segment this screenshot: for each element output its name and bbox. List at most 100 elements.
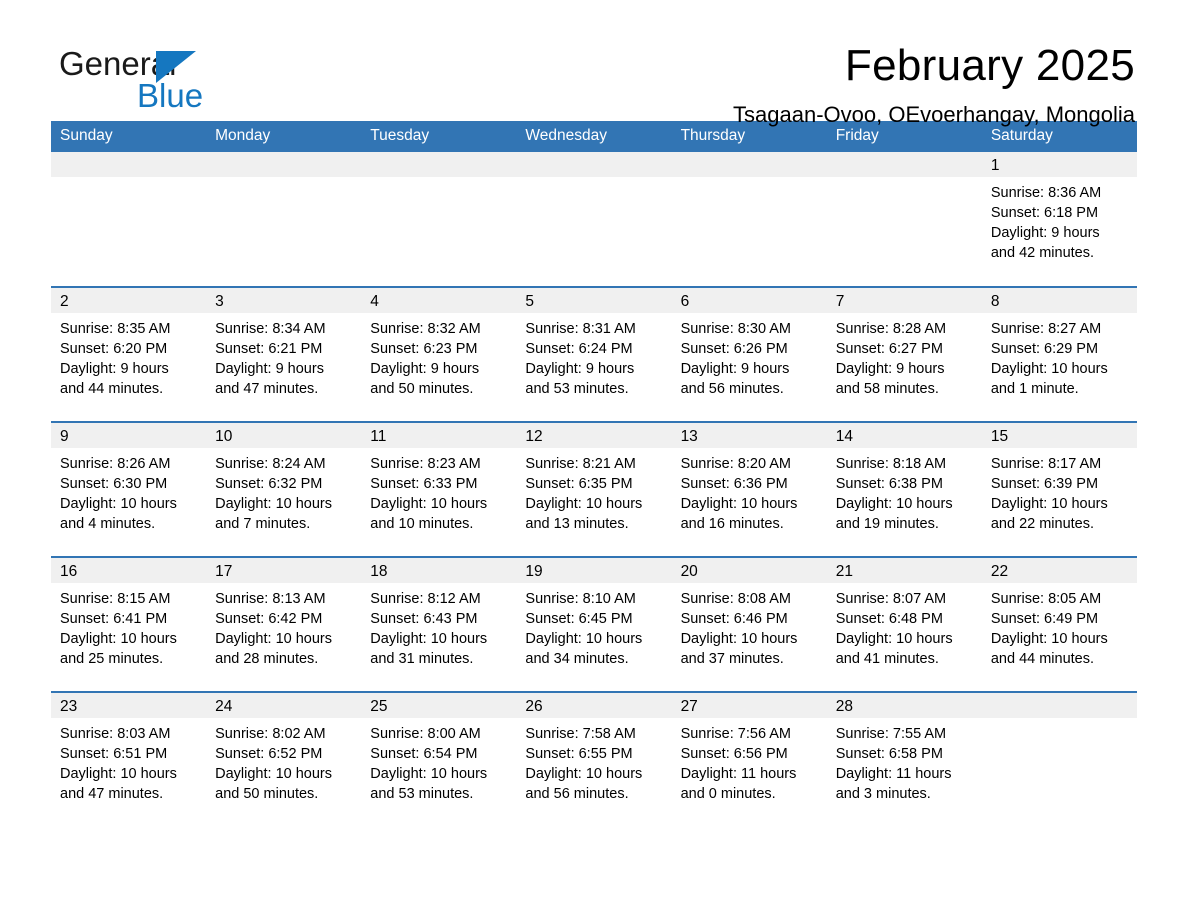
- day-details: Sunrise: 8:28 AM Sunset: 6:27 PM Daylight:…: [827, 313, 982, 399]
- daylight-text-line1: Daylight: 10 hours: [835, 496, 953, 512]
- daylight-text-line2: and 10 minutes.: [370, 516, 474, 532]
- calendar-day-cell[interactable]: 4 Sunrise: 8:32 AM Sunset: 6:23 PM Daylight…: [361, 286, 517, 422]
- daylight-text-line2: and 22 minutes.: [990, 516, 1095, 532]
- daylight-text-line1: Daylight: 9 hours: [990, 225, 1100, 241]
- daylight-text-line1: Daylight: 10 hours: [370, 766, 488, 782]
- sunset-text: Sunset: 6:41 PM: [60, 611, 168, 627]
- day-number: 9: [51, 423, 207, 448]
- calendar-day-cell[interactable]: 19 Sunrise: 8:10 AM Sunset: 6:45 PM Dayligh…: [516, 556, 672, 692]
- sunrise-text: Sunrise: 8:13 AM: [215, 591, 326, 607]
- sunset-text: Sunset: 6:54 PM: [370, 746, 478, 762]
- day-details: Sunrise: 8:24 AM Sunset: 6:32 PM Daylight:…: [206, 448, 361, 534]
- daylight-text-line2: and 50 minutes.: [215, 786, 319, 802]
- day-number: 6: [671, 288, 827, 313]
- daylight-text-line1: Daylight: 10 hours: [215, 766, 333, 782]
- daylight-text-line2: and 16 minutes.: [680, 516, 784, 532]
- calendar-day-cell[interactable]: 13 Sunrise: 8:20 AM Sunset: 6:36 PM Dayligh…: [671, 421, 827, 557]
- calendar-day-cell[interactable]: 17 Sunrise: 8:13 AM Sunset: 6:42 PM Dayligh…: [206, 556, 362, 692]
- day-number: 3: [206, 288, 362, 313]
- day-details: Sunrise: 8:17 AM Sunset: 6:39 PM Daylight:…: [982, 448, 1137, 534]
- daylight-text-line1: Daylight: 9 hours: [215, 361, 324, 377]
- sunset-text: Sunset: 6:26 PM: [680, 341, 788, 357]
- calendar-day-cell[interactable]: 27 Sunrise: 7:56 AM Sunset: 6:56 PM Dayligh…: [671, 691, 827, 827]
- day-number: 10: [206, 423, 362, 448]
- calendar-day-cell[interactable]: 15 Sunrise: 8:17 AM Sunset: 6:39 PM Dayligh…: [981, 421, 1137, 557]
- daylight-text-line1: Daylight: 9 hours: [370, 361, 480, 377]
- day-number: 7: [826, 288, 982, 313]
- sunset-text: Sunset: 6:21 PM: [215, 341, 323, 357]
- general-blue-logo[interactable]: General Blue: [59, 44, 279, 116]
- sunrise-text: Sunrise: 8:02 AM: [215, 726, 326, 742]
- daylight-text-line2: and 19 minutes.: [835, 516, 939, 532]
- day-number: 25: [361, 693, 517, 718]
- day-number: 5: [516, 288, 672, 313]
- day-details: Sunrise: 8:35 AM Sunset: 6:20 PM Daylight:…: [51, 313, 206, 399]
- sunrise-text: Sunrise: 8:24 AM: [215, 456, 326, 472]
- calendar-day-cell-empty: [671, 152, 827, 287]
- daylight-text-line2: and 44 minutes.: [60, 381, 164, 397]
- calendar-day-cell[interactable]: 18 Sunrise: 8:12 AM Sunset: 6:43 PM Dayligh…: [361, 556, 517, 692]
- calendar-day-cell[interactable]: 7 Sunrise: 8:28 AM Sunset: 6:27 PM Daylight…: [826, 286, 982, 422]
- sunrise-text: Sunrise: 8:07 AM: [835, 591, 947, 607]
- sunrise-text: Sunrise: 8:00 AM: [370, 726, 481, 742]
- day-details: [672, 177, 827, 183]
- calendar-day-cell[interactable]: 21 Sunrise: 8:07 AM Sunset: 6:48 PM Dayligh…: [826, 556, 982, 692]
- sunset-text: Sunset: 6:32 PM: [215, 476, 323, 492]
- calendar-day-cell[interactable]: 9 Sunrise: 8:26 AM Sunset: 6:30 PM Daylight…: [51, 421, 207, 557]
- sunset-text: Sunset: 6:42 PM: [215, 611, 323, 627]
- daylight-text-line1: Daylight: 10 hours: [835, 631, 953, 647]
- calendar-day-cell[interactable]: 16 Sunrise: 8:15 AM Sunset: 6:41 PM Dayligh…: [51, 556, 207, 692]
- daylight-text-line2: and 4 minutes.: [60, 516, 156, 532]
- daylight-text-line1: Daylight: 9 hours: [60, 361, 169, 377]
- calendar-day-cell[interactable]: 8 Sunrise: 8:27 AM Sunset: 6:29 PM Daylight…: [981, 286, 1137, 422]
- day-number: 17: [206, 558, 362, 583]
- day-details: Sunrise: 8:13 AM Sunset: 6:42 PM Daylight:…: [206, 583, 361, 669]
- sunset-text: Sunset: 6:35 PM: [525, 476, 633, 492]
- sunrise-text: Sunrise: 8:17 AM: [990, 456, 1102, 472]
- daylight-text-line1: Daylight: 10 hours: [525, 766, 643, 782]
- calendar-day-cell[interactable]: 20 Sunrise: 8:08 AM Sunset: 6:46 PM Dayligh…: [671, 556, 827, 692]
- calendar-day-cell[interactable]: 24 Sunrise: 8:02 AM Sunset: 6:52 PM Dayligh…: [206, 691, 362, 827]
- calendar-day-cell[interactable]: 14 Sunrise: 8:18 AM Sunset: 6:38 PM Dayligh…: [826, 421, 982, 557]
- day-details: [51, 177, 206, 183]
- sunrise-text: Sunrise: 8:30 AM: [680, 321, 791, 337]
- calendar-day-cell[interactable]: 12 Sunrise: 8:21 AM Sunset: 6:35 PM Dayligh…: [516, 421, 672, 557]
- sunrise-text: Sunrise: 8:03 AM: [60, 726, 171, 742]
- calendar-day-cell[interactable]: 5 Sunrise: 8:31 AM Sunset: 6:24 PM Daylight…: [516, 286, 672, 422]
- day-number: 8: [981, 288, 1137, 313]
- daylight-text-line1: Daylight: 10 hours: [680, 496, 798, 512]
- daylight-text-line1: Daylight: 10 hours: [680, 631, 798, 647]
- daylight-text-line1: Daylight: 10 hours: [215, 496, 333, 512]
- day-details: Sunrise: 8:03 AM Sunset: 6:51 PM Daylight:…: [51, 718, 206, 804]
- day-number: 28: [826, 693, 982, 718]
- calendar-day-cell[interactable]: 3 Sunrise: 8:34 AM Sunset: 6:21 PM Daylight…: [206, 286, 362, 422]
- daylight-text-line2: and 41 minutes.: [835, 651, 939, 667]
- calendar-day-cell[interactable]: 11 Sunrise: 8:23 AM Sunset: 6:33 PM Dayligh…: [361, 421, 517, 557]
- daylight-text-line2: and 53 minutes.: [370, 786, 474, 802]
- sunrise-text: Sunrise: 8:23 AM: [370, 456, 481, 472]
- calendar-day-cell[interactable]: 26 Sunrise: 7:58 AM Sunset: 6:55 PM Dayligh…: [516, 691, 672, 827]
- sunrise-text: Sunrise: 8:31 AM: [525, 321, 636, 337]
- sunset-text: Sunset: 6:18 PM: [990, 205, 1099, 221]
- sunrise-text: Sunrise: 8:28 AM: [835, 321, 947, 337]
- day-number: [51, 152, 207, 177]
- calendar-day-cell[interactable]: 23 Sunrise: 8:03 AM Sunset: 6:51 PM Dayligh…: [51, 691, 207, 827]
- day-details: [982, 718, 1137, 724]
- calendar-day-cell[interactable]: 1 Sunrise: 8:36 AM Sunset: 6:18 PM Daylight…: [981, 152, 1137, 287]
- calendar-day-cell[interactable]: 22 Sunrise: 8:05 AM Sunset: 6:49 PM Dayligh…: [981, 556, 1137, 692]
- daylight-text-line2: and 44 minutes.: [990, 651, 1095, 667]
- sunset-text: Sunset: 6:36 PM: [680, 476, 788, 492]
- day-details: Sunrise: 8:10 AM Sunset: 6:45 PM Daylight:…: [516, 583, 671, 669]
- sunset-text: Sunset: 6:39 PM: [990, 476, 1099, 492]
- calendar-day-cell[interactable]: 10 Sunrise: 8:24 AM Sunset: 6:32 PM Dayligh…: [206, 421, 362, 557]
- sunset-text: Sunset: 6:51 PM: [60, 746, 168, 762]
- calendar-day-cell[interactable]: 6 Sunrise: 8:30 AM Sunset: 6:26 PM Daylight…: [671, 286, 827, 422]
- calendar-day-cell[interactable]: 25 Sunrise: 8:00 AM Sunset: 6:54 PM Dayligh…: [361, 691, 517, 827]
- day-details: [206, 177, 361, 183]
- day-details: Sunrise: 8:12 AM Sunset: 6:43 PM Daylight:…: [361, 583, 516, 669]
- daylight-text-line1: Daylight: 10 hours: [990, 496, 1108, 512]
- day-details: Sunrise: 7:58 AM Sunset: 6:55 PM Daylight:…: [516, 718, 671, 804]
- calendar-day-cell[interactable]: 2 Sunrise: 8:35 AM Sunset: 6:20 PM Daylight…: [51, 286, 207, 422]
- calendar-day-cell-empty: [206, 152, 362, 287]
- calendar-day-cell[interactable]: 28 Sunrise: 7:55 AM Sunset: 6:58 PM Dayligh…: [826, 691, 982, 827]
